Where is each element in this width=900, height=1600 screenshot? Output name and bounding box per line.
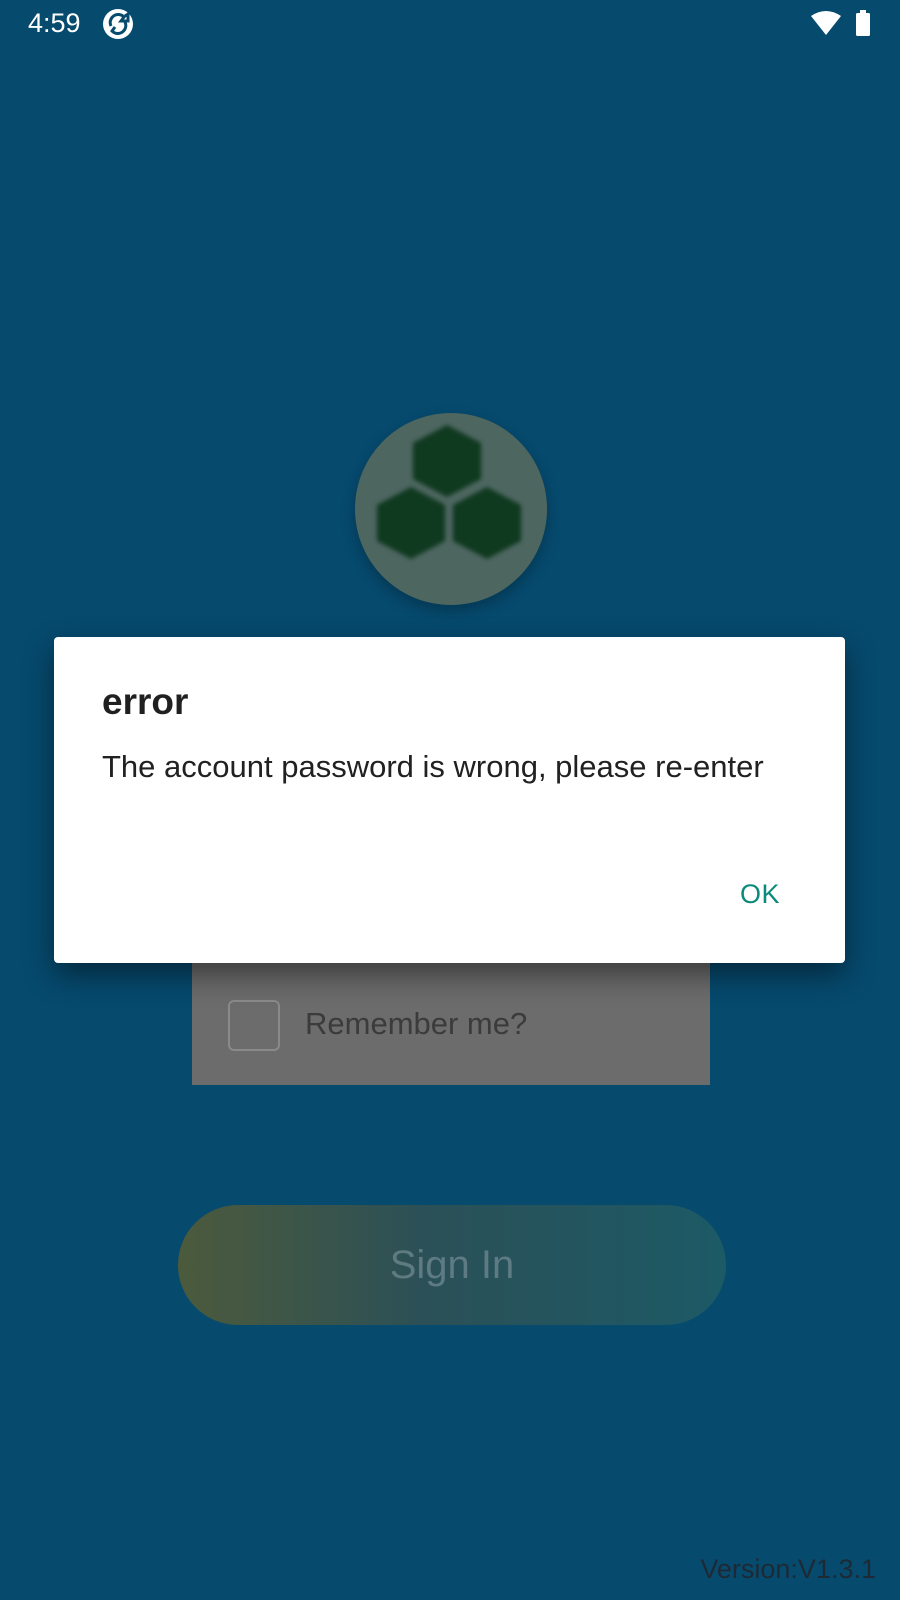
- error-dialog: error The account password is wrong, ple…: [54, 637, 845, 963]
- dialog-title: error: [102, 681, 189, 722]
- dialog-message: The account password is wrong, please re…: [102, 749, 764, 784]
- ok-button[interactable]: OK: [720, 869, 800, 919]
